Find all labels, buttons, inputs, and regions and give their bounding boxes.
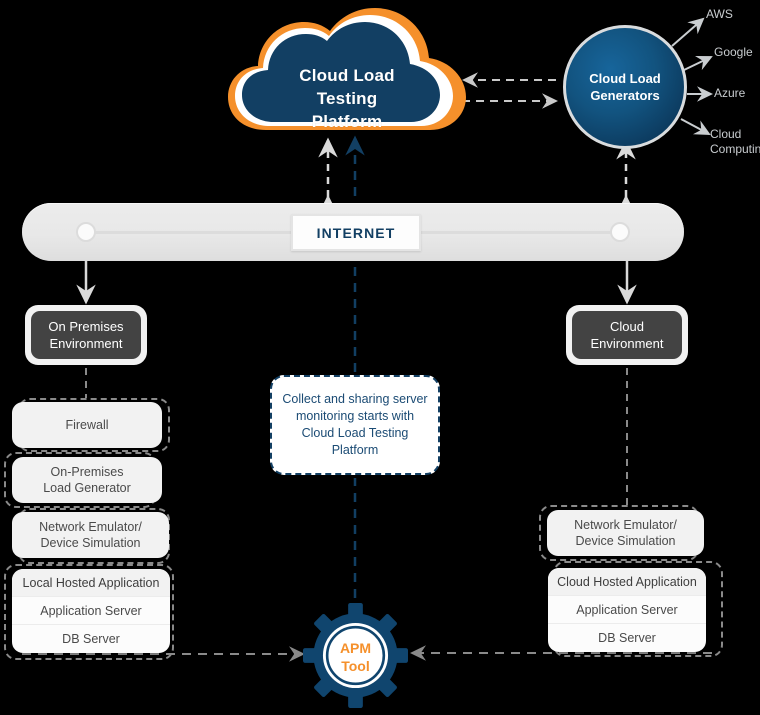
- component-network-emulator-onprem[interactable]: Network Emulator/ Device Simulation: [12, 512, 169, 558]
- local-hosted-application-header: Local Hosted Application: [12, 569, 170, 596]
- on-premises-environment-label: On Premises Environment: [31, 311, 141, 359]
- provider-label-google: Google: [714, 45, 753, 59]
- spoke-google: [683, 56, 713, 71]
- provider-label-cloud-computing-line2: Computing: [710, 142, 760, 156]
- provider-label-aws: AWS: [706, 7, 733, 21]
- diagram-canvas: Cloud Load Testing Platform Cloud Load G…: [0, 0, 760, 715]
- onprem-ne-line2: Device Simulation: [40, 536, 141, 550]
- cloud-load-generators-label: Cloud Load Generators: [589, 70, 661, 104]
- on-premises-application-stack[interactable]: Local Hosted Application Application Ser…: [12, 569, 170, 653]
- on-premises-title-line2: Environment: [49, 336, 123, 351]
- apm-tool-line2: Tool: [341, 658, 370, 674]
- cloud-environment[interactable]: Cloud Environment: [566, 305, 688, 365]
- monitoring-callout: Collect and sharing server monitoring st…: [270, 375, 440, 475]
- onprem-lg-line1: On-Premises: [50, 465, 124, 479]
- monitoring-callout-text: Collect and sharing server monitoring st…: [282, 392, 428, 457]
- cloud-env-title-line2: Environment: [590, 336, 664, 351]
- cloud-label: Cloud Load Testing Platform: [222, 64, 472, 133]
- local-db-server-row: DB Server: [12, 624, 170, 652]
- generators-label-line1: Cloud Load: [589, 71, 661, 86]
- internet-node-right[interactable]: [610, 222, 630, 242]
- component-network-emulator-cloud[interactable]: Network Emulator/ Device Simulation: [547, 510, 704, 556]
- component-on-premises-load-generator-label: On-Premises Load Generator: [43, 464, 131, 496]
- local-application-server-row: Application Server: [12, 596, 170, 624]
- cloudenv-ne-line2: Device Simulation: [575, 534, 676, 548]
- component-network-emulator-onprem-label: Network Emulator/ Device Simulation: [39, 519, 142, 551]
- cloud-env-title-line1: Cloud: [610, 319, 644, 334]
- cloud-label-line3: Platform: [311, 112, 383, 131]
- cloud-load-generators[interactable]: Cloud Load Generators: [563, 25, 687, 149]
- cloud-label-line2: Testing: [316, 89, 378, 108]
- provider-label-cloud-computing-line1: Cloud: [710, 127, 742, 141]
- component-on-premises-load-generator[interactable]: On-Premises Load Generator: [12, 457, 162, 503]
- component-firewall-label: Firewall: [65, 418, 109, 432]
- onprem-lg-line2: Load Generator: [43, 481, 131, 495]
- on-premises-title-line1: On Premises: [48, 319, 124, 334]
- apm-tool-label: APM Tool: [303, 639, 408, 675]
- cloudenv-ne-line1: Network Emulator/: [574, 518, 677, 532]
- on-premises-environment[interactable]: On Premises Environment: [25, 305, 147, 365]
- component-firewall[interactable]: Firewall: [12, 402, 162, 448]
- apm-tool-line1: APM: [339, 640, 372, 656]
- cloud-load-testing-platform[interactable]: Cloud Load Testing Platform: [222, 8, 472, 136]
- spoke-aws: [671, 17, 705, 47]
- provider-label-cloud-computing: Cloud Computing: [710, 127, 760, 157]
- cloud-db-server-row: DB Server: [548, 623, 706, 651]
- internet-label[interactable]: INTERNET: [291, 214, 421, 251]
- component-network-emulator-cloud-label: Network Emulator/ Device Simulation: [574, 517, 677, 549]
- internet-node-left[interactable]: [76, 222, 96, 242]
- apm-tool[interactable]: APM Tool: [303, 603, 408, 708]
- provider-label-azure: Azure: [714, 86, 746, 100]
- cloud-application-stack[interactable]: Cloud Hosted Application Application Ser…: [548, 568, 706, 652]
- generators-label-line2: Generators: [590, 88, 660, 103]
- cloud-hosted-application-header: Cloud Hosted Application: [548, 568, 706, 595]
- cloud-label-line1: Cloud Load: [299, 66, 395, 85]
- spoke-cloud-computing: [680, 118, 711, 135]
- onprem-ne-line1: Network Emulator/: [39, 520, 142, 534]
- cloud-application-server-row: Application Server: [548, 595, 706, 623]
- cloud-environment-label: Cloud Environment: [572, 311, 682, 359]
